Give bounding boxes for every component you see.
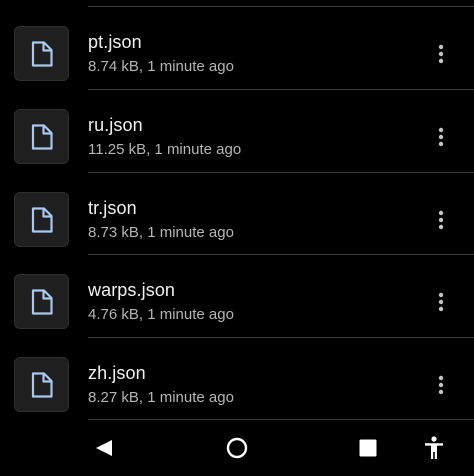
accessibility-icon[interactable] [418,432,450,464]
home-icon[interactable] [221,432,253,464]
file-row-tr[interactable]: tr.json 8.73 kB, 1 minute ago [0,172,474,254]
file-meta: 8.74 kB, 1 minute ago [88,58,234,75]
file-thumbnail [14,357,69,412]
more-options-icon[interactable] [426,367,456,403]
back-icon[interactable] [88,432,120,464]
file-meta: 11.25 kB, 1 minute ago [88,141,242,158]
more-options-icon[interactable] [426,202,456,238]
recents-icon[interactable] [352,432,384,464]
document-icon [31,123,53,150]
more-options-icon[interactable] [426,36,456,72]
file-name: pt.json [88,32,142,52]
file-name: ru.json [88,115,143,135]
file-name: zh.json [88,363,146,383]
file-meta: 4.76 kB, 1 minute ago [88,306,234,323]
file-row-pt[interactable]: pt.json 8.74 kB, 1 minute ago [0,6,474,88]
more-options-icon[interactable] [426,119,456,155]
file-thumbnail [14,274,69,329]
file-name: warps.json [88,280,176,300]
system-nav-bar [0,420,474,476]
file-thumbnail [14,192,69,247]
file-thumbnail [14,26,69,81]
file-row-ru[interactable]: ru.json 11.25 kB, 1 minute ago [0,89,474,171]
document-icon [31,371,53,398]
more-options-icon[interactable] [426,284,456,320]
file-meta: 8.27 kB, 1 minute ago [88,389,234,406]
file-name: tr.json [88,198,137,218]
file-thumbnail [14,109,69,164]
document-icon [31,288,53,315]
file-row-warps[interactable]: warps.json 4.76 kB, 1 minute ago [0,254,474,336]
document-icon [31,206,53,233]
file-row-zh[interactable]: zh.json 8.27 kB, 1 minute ago [0,337,474,419]
document-icon [31,40,53,67]
file-meta: 8.73 kB, 1 minute ago [88,224,234,241]
